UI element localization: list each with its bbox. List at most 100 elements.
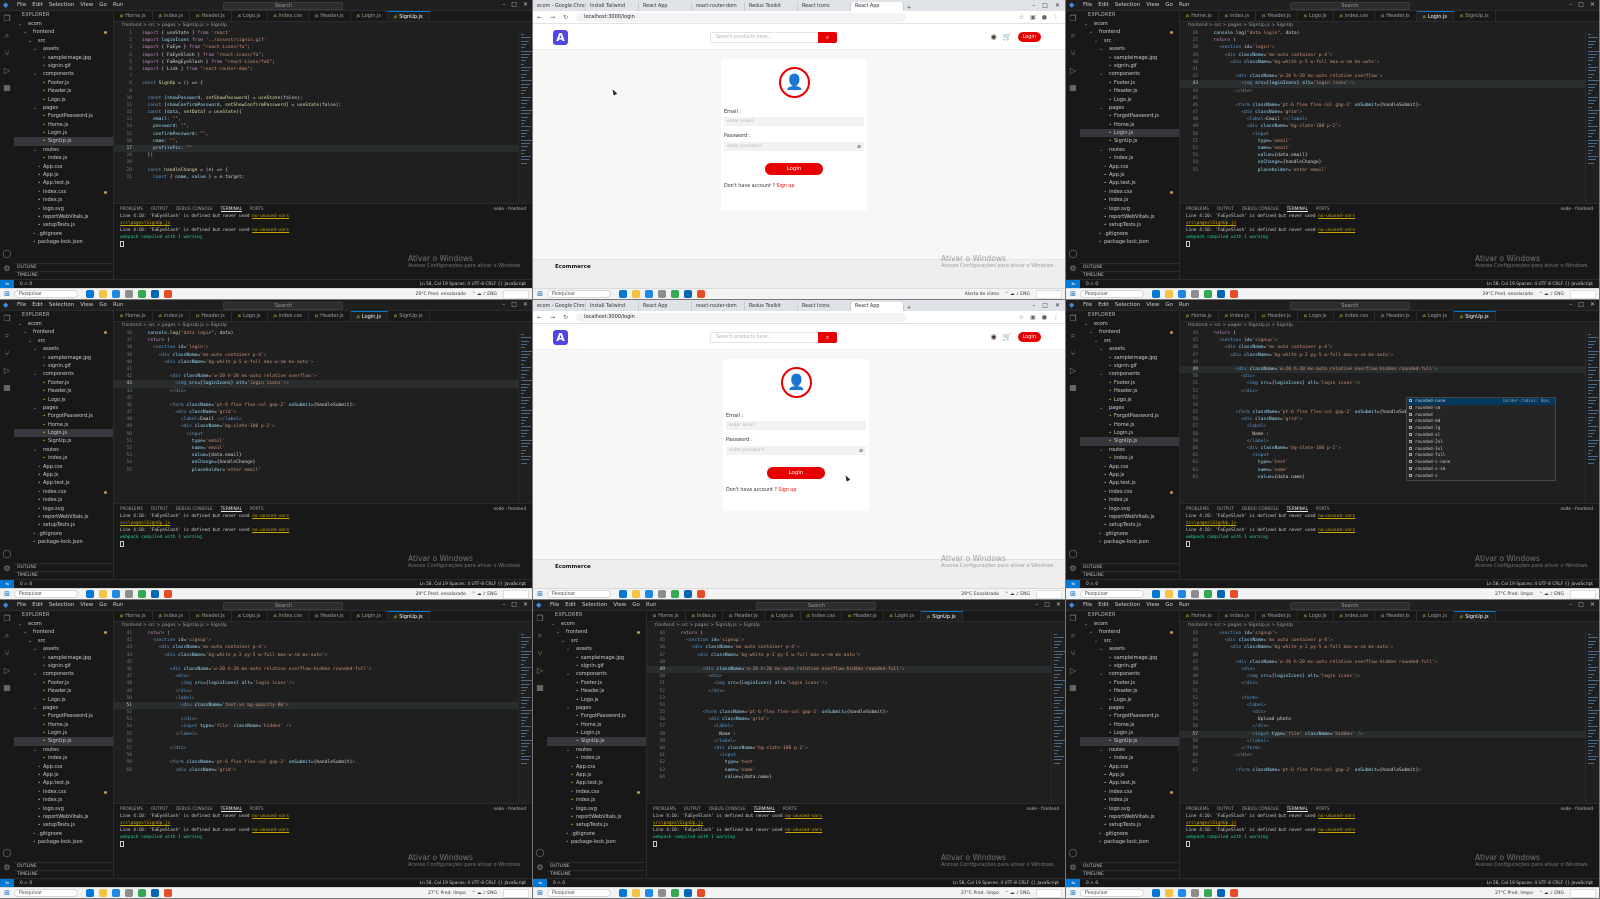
weather-widget[interactable]: 29°C Pred. ensolarado [1482, 292, 1532, 297]
edge-icon[interactable] [619, 290, 627, 298]
editor-tab[interactable]: JS index.css [268, 611, 310, 621]
account-icon[interactable]: ◯ [1069, 249, 1078, 258]
maximize-icon[interactable]: □ [1578, 1, 1584, 8]
menu-edit[interactable]: Edit [29, 602, 46, 608]
editor-tab[interactable]: JS Logo.js [1298, 11, 1334, 21]
account-icon[interactable]: ◯ [536, 848, 545, 857]
menu-run[interactable]: Run [110, 602, 127, 608]
app-icon[interactable] [1230, 290, 1238, 298]
menu-run[interactable]: Run [643, 602, 660, 608]
extensions-icon[interactable]: ▦ [3, 683, 11, 692]
file-tree-item[interactable]: • ForgotPassword.js [14, 412, 113, 420]
star-icon[interactable]: ☆ [1019, 314, 1024, 321]
clock[interactable] [503, 888, 529, 898]
editor-tab[interactable]: JS Login.js [351, 11, 388, 21]
cursor-position[interactable]: Ln 58, Col 19 Spaces: 4 UTF-8 CRLF {} Ja… [1487, 582, 1593, 587]
taskbar-search[interactable]: Pesquisar [1080, 889, 1144, 897]
system-tray[interactable]: ⌃ ☁ ♪ ENG [1005, 592, 1030, 597]
edge-icon[interactable] [86, 290, 94, 298]
timeline-section[interactable]: TIMELINE [14, 571, 113, 579]
file-tree-item[interactable]: • index.js [14, 796, 113, 804]
source-control-icon[interactable]: ⑂ [5, 49, 10, 58]
menu-go[interactable]: Go [1162, 602, 1176, 608]
file-tree-item[interactable]: • App.test.js [14, 479, 113, 487]
command-center-search[interactable]: Search [756, 601, 877, 610]
editor-tab[interactable]: JS Home.js [1180, 11, 1219, 21]
menu-view[interactable]: View [610, 602, 629, 608]
cursor-position[interactable]: Ln 58, Col 19 Spaces: 4 UTF-8 CRLF {} Ja… [1487, 282, 1593, 287]
back-icon[interactable]: ← [533, 14, 546, 21]
file-tree-item[interactable]: • package-lock.json [547, 838, 646, 846]
file-tree-item[interactable]: • .gitignore [14, 830, 113, 838]
command-center-search[interactable]: Search [223, 601, 344, 610]
autocomplete-item[interactable]: rounded-full [1407, 452, 1555, 459]
system-tray[interactable]: ⌃ ☁ ♪ ENG [472, 891, 497, 896]
folder-icon[interactable] [632, 590, 640, 598]
run-debug-icon[interactable]: ▷ [1070, 366, 1076, 375]
cart-icon[interactable]: 🛒 [1003, 333, 1012, 341]
file-tree-item[interactable]: • logo.svg [1080, 505, 1179, 513]
url-field[interactable]: localhost:3000/login [576, 312, 907, 322]
file-tree-item[interactable]: • Logo.js [1080, 696, 1179, 704]
panel-tab-output[interactable]: OUTPUT [684, 806, 701, 811]
panel-tab-terminal[interactable]: TERMINAL [1286, 206, 1308, 212]
file-tree-item[interactable]: • Login.js [14, 729, 113, 737]
menu-view[interactable]: View [1143, 2, 1162, 8]
minimap[interactable] [1585, 330, 1599, 503]
clock[interactable] [1570, 888, 1596, 898]
editor-tab[interactable]: JS Home.js [1180, 311, 1219, 321]
mail-icon[interactable] [1178, 290, 1186, 298]
menu-file[interactable]: File [1080, 602, 1095, 608]
chrome-icon[interactable] [671, 889, 679, 897]
file-tree-item[interactable]: • Header.js [1080, 387, 1179, 395]
extensions-icon[interactable]: ▦ [3, 83, 11, 92]
autocomplete-item[interactable]: rounded-s-none [1407, 459, 1555, 466]
editor-tab[interactable]: JS Home.js [114, 611, 153, 621]
autocomplete-item[interactable]: rounded-2xl [1407, 439, 1555, 446]
file-tree-item[interactable]: • setupTests.js [547, 821, 646, 829]
folder-icon[interactable] [1165, 290, 1173, 298]
menu-run[interactable]: Run [1176, 302, 1193, 308]
chrome-icon[interactable] [1204, 590, 1212, 598]
gear-icon[interactable]: ⚙ [3, 264, 10, 273]
file-tree-item[interactable]: ⌄ pages [1080, 404, 1179, 412]
code-editor[interactable]: 44 return (45 <section id='signup'> 46 <d… [647, 630, 1051, 803]
file-tree-item[interactable]: • Header.js [1080, 87, 1179, 95]
editor-tab[interactable]: JS SignUp.js [387, 611, 430, 621]
gear-icon[interactable]: ⚙ [1069, 264, 1076, 273]
profile-icon[interactable]: ● [1042, 14, 1047, 21]
search-icon[interactable]: ⌕ [818, 332, 837, 343]
app-icon[interactable] [1230, 889, 1238, 897]
problems-count[interactable]: 0 ⚠ 0 [1086, 282, 1098, 287]
file-tree-item[interactable]: • logo.svg [14, 805, 113, 813]
system-tray[interactable]: ⌃ ☁ ♪ ENG [1005, 292, 1030, 297]
panel-tab-ports[interactable]: PORTS [250, 206, 264, 211]
editor-tab[interactable]: JS Header.js [190, 611, 232, 621]
minimize-icon[interactable]: – [502, 601, 505, 608]
search-icon[interactable]: ⌕ [1071, 331, 1075, 341]
vscode-taskbar-icon[interactable] [1217, 290, 1225, 298]
menu-selection[interactable]: Selection [1112, 302, 1143, 308]
editor-tab[interactable]: JS Header.js [1375, 311, 1417, 321]
panel-tab-terminal[interactable]: TERMINAL [1286, 506, 1308, 512]
file-tree-item[interactable]: • Home.js [1080, 121, 1179, 129]
panel-tab-problems[interactable]: PROBLEMS [120, 206, 143, 211]
editor-tab[interactable]: JS index.js [686, 611, 724, 621]
terminal-selector[interactable]: node - frontend [1561, 506, 1593, 511]
search-icon[interactable]: ⌕ [5, 31, 9, 41]
menu-go[interactable]: Go [1162, 2, 1176, 8]
file-tree-item[interactable]: • .gitignore [1080, 530, 1179, 538]
maximize-icon[interactable]: □ [1042, 300, 1048, 311]
autocomplete-item[interactable]: rounded-none border-radius: 0px; [1407, 398, 1555, 405]
timeline-section[interactable]: TIMELINE [547, 870, 646, 878]
panel-tab-debug-console[interactable]: DEBUG CONSOLE [1242, 806, 1279, 811]
maximize-icon[interactable]: □ [511, 601, 517, 608]
breadcrumb[interactable]: frontend > src > pages > SignUp.js > Sig… [114, 22, 532, 30]
file-tree-item[interactable]: • ForgotPassword.js [14, 112, 113, 120]
weather-widget[interactable]: 29°C Pred. ensolarado [415, 592, 465, 597]
panel-tab-output[interactable]: OUTPUT [1217, 806, 1234, 811]
file-tree-item[interactable]: • index.js [1080, 796, 1179, 804]
profile-icon[interactable]: ● [1042, 314, 1047, 321]
outline-section[interactable]: OUTLINE [14, 563, 113, 571]
file-tree-item[interactable]: ⌄ src [14, 637, 113, 645]
